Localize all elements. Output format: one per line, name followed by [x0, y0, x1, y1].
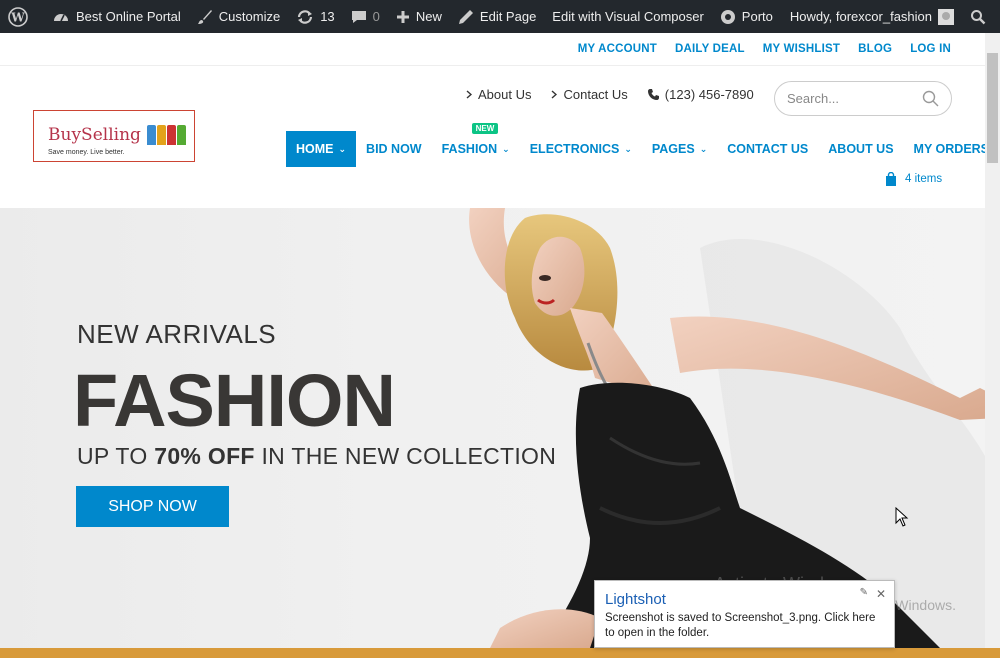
- greeting-label: Howdy, forexcor_fashion: [789, 9, 932, 24]
- chevron-down-icon: ⌄: [624, 143, 632, 154]
- offer-highlight: 70% OFF: [154, 443, 255, 469]
- nav-item-label: MY ORDERS: [913, 142, 990, 156]
- admin-visual-composer[interactable]: Edit with Visual Composer: [544, 0, 712, 33]
- site-name-label: Best Online Portal: [76, 9, 181, 24]
- comment-icon: [351, 10, 366, 23]
- nav-item-fashion[interactable]: NEW FASHION ⌄: [432, 123, 520, 167]
- header-search: [774, 81, 952, 116]
- my-account-link[interactable]: MY ACCOUNT: [578, 43, 657, 55]
- admin-site-name[interactable]: Best Online Portal: [44, 0, 189, 33]
- admin-edit-page[interactable]: Edit Page: [450, 0, 544, 33]
- daily-deal-link[interactable]: DAILY DEAL: [675, 43, 745, 55]
- shopping-bag-icon: [886, 172, 896, 186]
- notification-title: Lightshot: [605, 591, 666, 608]
- nav-item-home[interactable]: HOME ⌄: [286, 131, 357, 167]
- nav-item-label: ABOUT US: [828, 142, 894, 156]
- nav-item-label: PAGES: [651, 142, 695, 156]
- new-label: New: [415, 9, 442, 24]
- nav-item-electronics[interactable]: ELECTRONICS ⌄: [520, 131, 642, 167]
- admin-updates[interactable]: 13: [288, 0, 342, 33]
- avatar: [938, 8, 954, 25]
- log-in-link[interactable]: LOG IN: [910, 43, 951, 55]
- offer-suffix: IN THE NEW COLLECTION: [261, 443, 557, 469]
- top-links-bar: MY ACCOUNT DAILY DEAL MY WISHLIST BLOG L…: [0, 33, 985, 66]
- nav-item-bid-now[interactable]: BID NOW: [356, 131, 432, 167]
- contact-us-label: Contact Us: [563, 87, 628, 102]
- hero-offer: UP TO 70% OFF IN THE NEW COLLECTION: [77, 443, 556, 470]
- chevron-right-icon: [466, 90, 472, 99]
- nav-item-about-us[interactable]: ABOUT US: [818, 131, 903, 167]
- nav-item-label: CONTACT US: [727, 142, 809, 156]
- admin-bar: W Best Online Portal Customize 13 0 New …: [0, 0, 1000, 33]
- shopping-bags-icon: [147, 125, 186, 145]
- close-icon[interactable]: ✕: [876, 587, 886, 601]
- customize-label: Customize: [218, 9, 281, 24]
- nav-item-label: ELECTRONICS: [529, 142, 620, 156]
- admin-customize[interactable]: Customize: [189, 0, 288, 33]
- wordpress-logo-icon[interactable]: W: [0, 0, 44, 33]
- phone-label: (123) 456-7890: [664, 87, 754, 102]
- nav-item-pages[interactable]: PAGES ⌄: [642, 131, 717, 167]
- pin-icon[interactable]: ✎: [860, 587, 868, 598]
- site-header: BuySelling Save money. Live better. Abou…: [0, 66, 989, 208]
- nav-item-label: FASHION: [441, 142, 498, 156]
- new-badge: NEW: [471, 123, 499, 134]
- visual-composer-label: Edit with Visual Composer: [552, 9, 704, 24]
- hero-title: FASHION: [73, 359, 396, 442]
- cart-count-label: 4 items: [905, 173, 943, 185]
- blog-link[interactable]: BLOG: [858, 43, 892, 55]
- pencil-icon: [458, 9, 473, 24]
- mouse-cursor-icon: [895, 507, 909, 527]
- brush-icon: [197, 9, 212, 24]
- offer-prefix: UP TO: [77, 443, 148, 469]
- theme-label: Porto: [741, 9, 773, 24]
- theme-icon: [720, 9, 735, 24]
- phone-number: (123) 456-7890: [647, 87, 754, 102]
- admin-search[interactable]: [962, 0, 1000, 33]
- dashboard-icon: [54, 13, 68, 21]
- admin-theme[interactable]: Porto: [712, 0, 781, 33]
- updates-icon: [298, 9, 313, 24]
- lightshot-notification[interactable]: Lightshot Screenshot is saved to Screens…: [594, 580, 895, 648]
- notification-body: Screenshot is saved to Screenshot_3.png.…: [605, 612, 876, 639]
- main-nav: HOME ⌄ BID NOW NEW FASHION ⌄ ELECTRONICS ⌄ …: [286, 123, 999, 167]
- mini-cart[interactable]: 4 items: [885, 172, 942, 186]
- chevron-down-icon: ⌄: [699, 143, 708, 154]
- phone-icon: [647, 89, 659, 100]
- search-icon: [971, 9, 986, 24]
- scrollbar-thumb[interactable]: [987, 53, 998, 163]
- admin-new[interactable]: New: [388, 0, 450, 33]
- hero-subtitle: NEW ARRIVALS: [77, 319, 277, 349]
- page-scrollbar[interactable]: [985, 33, 1000, 648]
- site-logo[interactable]: BuySelling Save money. Live better.: [33, 110, 195, 162]
- logo-tagline: Save money. Live better.: [48, 149, 125, 156]
- admin-comments[interactable]: 0: [343, 0, 388, 33]
- contact-us-link[interactable]: Contact Us: [551, 87, 628, 102]
- shop-now-button[interactable]: SHOP NOW: [76, 486, 229, 527]
- chevron-right-icon: [552, 90, 558, 99]
- nav-item-contact-us[interactable]: CONTACT US: [717, 131, 818, 167]
- about-us-label: About Us: [478, 87, 532, 102]
- header-contact-row: About Us Contact Us (123) 456-7890: [466, 87, 774, 102]
- search-input[interactable]: [787, 91, 917, 106]
- admin-account[interactable]: Howdy, forexcor_fashion: [782, 0, 962, 33]
- chevron-down-icon: ⌄: [338, 143, 347, 154]
- logo-name: BuySelling: [48, 125, 141, 145]
- svg-text:W: W: [10, 10, 25, 24]
- nav-item-label: HOME: [296, 142, 334, 156]
- nav-item-label: BID NOW: [366, 142, 422, 156]
- comments-count: 0: [372, 9, 380, 24]
- plus-icon: [396, 10, 409, 23]
- my-wishlist-link[interactable]: MY WISHLIST: [763, 43, 840, 55]
- chevron-down-icon: ⌄: [502, 143, 510, 154]
- edit-page-label: Edit Page: [479, 9, 537, 24]
- windows-taskbar[interactable]: [0, 648, 1000, 658]
- search-icon[interactable]: [922, 90, 939, 107]
- about-us-link[interactable]: About Us: [466, 87, 531, 102]
- updates-count: 13: [320, 9, 335, 24]
